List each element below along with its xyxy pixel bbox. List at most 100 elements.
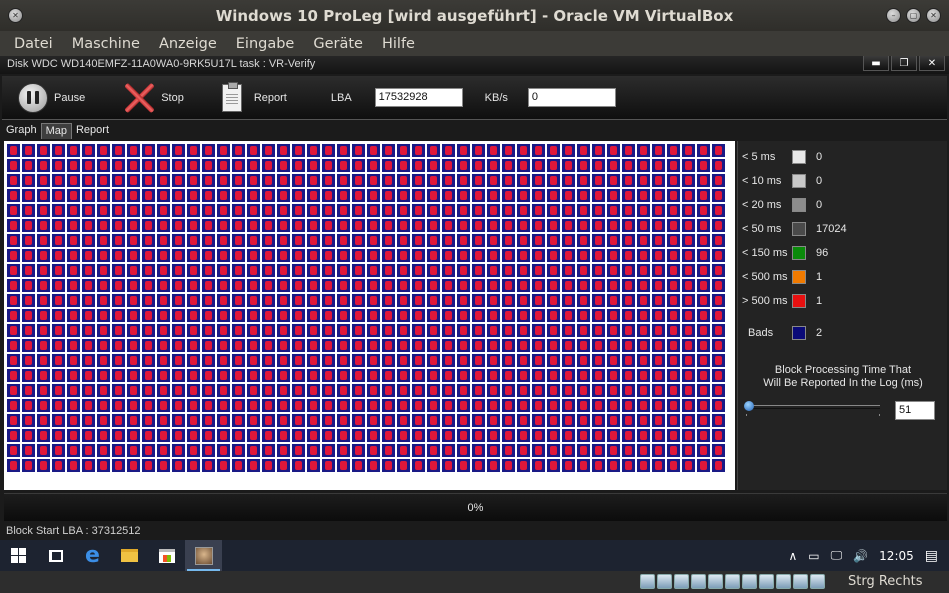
- map-block-cell: [246, 158, 261, 173]
- map-block-cell: [681, 398, 696, 413]
- map-block-cell: [66, 353, 81, 368]
- map-block-cell: [66, 188, 81, 203]
- shared-folder-icon[interactable]: [725, 574, 740, 589]
- stop-button[interactable]: Stop: [123, 82, 184, 114]
- map-block-cell: [426, 278, 441, 293]
- map-block-cell: [336, 368, 351, 383]
- map-block-cell: [546, 143, 561, 158]
- victoria-app-icon[interactable]: [185, 540, 222, 571]
- map-block-cell: [6, 353, 21, 368]
- map-block-cell: [546, 413, 561, 428]
- map-block-cell: [66, 218, 81, 233]
- menu-hilfe[interactable]: Hilfe: [382, 36, 415, 52]
- legend-count: 96: [816, 247, 829, 259]
- report-button[interactable]: Report: [221, 81, 287, 112]
- map-block-cell: [576, 158, 591, 173]
- map-block-cell: [216, 308, 231, 323]
- map-block-cell: [66, 338, 81, 353]
- map-block-cell: [216, 158, 231, 173]
- map-block-cell: [606, 248, 621, 263]
- menu-datei[interactable]: Datei: [14, 36, 53, 52]
- app-close-button[interactable]: ✕: [919, 56, 945, 71]
- battery-icon[interactable]: ▭: [808, 549, 819, 563]
- pause-button[interactable]: Pause: [18, 82, 85, 113]
- map-block-cell: [276, 308, 291, 323]
- action-center-icon[interactable]: ▤: [925, 548, 938, 564]
- lba-input[interactable]: 17532928: [374, 88, 463, 107]
- map-block-cell: [546, 248, 561, 263]
- tab-map[interactable]: Map: [40, 123, 72, 139]
- map-block-cell: [471, 428, 486, 443]
- display-icon[interactable]: [742, 574, 757, 589]
- audio-icon[interactable]: [674, 574, 689, 589]
- map-block-cell: [501, 308, 516, 323]
- cpu-icon[interactable]: [776, 574, 791, 589]
- map-block-cell: [381, 143, 396, 158]
- map-block-cell: [486, 308, 501, 323]
- map-block-cell: [531, 398, 546, 413]
- store-icon[interactable]: [148, 540, 185, 571]
- app-minimize-button[interactable]: ▬: [863, 56, 889, 71]
- menu-eingabe[interactable]: Eingabe: [236, 36, 295, 52]
- map-block-cell: [156, 353, 171, 368]
- menu-geraete[interactable]: Geräte: [313, 36, 363, 52]
- mouse-integration-icon[interactable]: [793, 574, 808, 589]
- optical-drive-icon[interactable]: [657, 574, 672, 589]
- map-block-cell: [336, 188, 351, 203]
- menu-maschine[interactable]: Maschine: [72, 36, 140, 52]
- file-explorer-icon[interactable]: [111, 540, 148, 571]
- usb-icon[interactable]: [708, 574, 723, 589]
- clock[interactable]: 12:05: [879, 549, 914, 563]
- map-block-cell: [696, 233, 711, 248]
- map-block-cell: [336, 458, 351, 473]
- block-time-slider[interactable]: [744, 401, 880, 416]
- map-block-cell: [171, 293, 186, 308]
- keyboard-icon[interactable]: [810, 574, 825, 589]
- map-block-cell: [486, 413, 501, 428]
- windows-start-icon[interactable]: [0, 540, 37, 571]
- map-block-cell: [81, 383, 96, 398]
- map-block-cell: [231, 218, 246, 233]
- map-block-cell: [186, 173, 201, 188]
- volume-icon[interactable]: 🔊: [853, 549, 868, 563]
- kbs-input[interactable]: 0: [527, 88, 616, 107]
- map-block-cell: [246, 218, 261, 233]
- slider-knob[interactable]: [744, 401, 754, 411]
- minimize-window-button[interactable]: –: [886, 8, 901, 23]
- map-block-cell: [6, 173, 21, 188]
- map-block-cell: [111, 383, 126, 398]
- map-block-cell: [621, 248, 636, 263]
- map-block-cell: [501, 398, 516, 413]
- map-block-cell: [711, 443, 726, 458]
- map-block-cell: [576, 203, 591, 218]
- map-block-cell: [636, 413, 651, 428]
- close-window-button-right[interactable]: ✕: [926, 8, 941, 23]
- map-block-cell: [636, 383, 651, 398]
- map-block-cell: [36, 263, 51, 278]
- tray-chevron-icon[interactable]: ∧: [789, 549, 798, 563]
- network-icon[interactable]: 🖵: [831, 548, 843, 563]
- tab-graph[interactable]: Graph: [2, 123, 41, 139]
- tab-report[interactable]: Report: [72, 123, 113, 139]
- recording-icon[interactable]: [759, 574, 774, 589]
- map-block-cell: [96, 248, 111, 263]
- map-block-cell: [156, 158, 171, 173]
- map-block-cell: [441, 338, 456, 353]
- map-block-cell: [441, 263, 456, 278]
- map-block-cell: [651, 233, 666, 248]
- edge-icon[interactable]: e: [74, 540, 111, 571]
- map-block-cell: [516, 368, 531, 383]
- block-time-input[interactable]: 51: [895, 401, 935, 420]
- map-block-cell: [456, 308, 471, 323]
- menu-anzeige[interactable]: Anzeige: [159, 36, 217, 52]
- harddisk-icon[interactable]: [640, 574, 655, 589]
- network-adapter-icon[interactable]: [691, 574, 706, 589]
- map-block-cell: [351, 458, 366, 473]
- stop-label: Stop: [161, 91, 184, 104]
- map-block-cell: [621, 323, 636, 338]
- task-view-icon[interactable]: [37, 540, 74, 571]
- legend-label: < 50 ms: [742, 223, 782, 235]
- close-window-button[interactable]: ✕: [8, 8, 23, 23]
- app-restore-button[interactable]: ❐: [891, 56, 917, 71]
- maximize-window-button[interactable]: ▢: [906, 8, 921, 23]
